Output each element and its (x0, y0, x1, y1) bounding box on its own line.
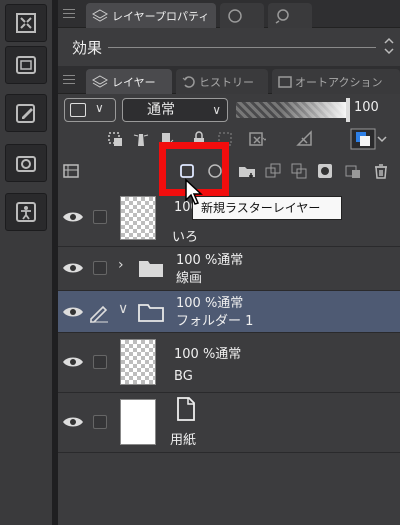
layer-thumbnail (120, 339, 156, 385)
folder-open-icon (138, 304, 164, 322)
layer-thumbnail (120, 399, 156, 445)
tab-auto-action-label: オートアクション (295, 75, 383, 89)
grip-icon[interactable] (63, 75, 75, 85)
chevron-down-icon[interactable]: ∨ (118, 301, 128, 317)
layer-property-icon (92, 8, 108, 22)
layer-name: BG (174, 369, 193, 384)
layer-opacity-mode: 100 %通常 (174, 347, 242, 362)
layer-row[interactable]: 用紙 (58, 393, 400, 453)
chevron-down-icon: ∨ (95, 101, 104, 115)
lock-checkbox[interactable] (93, 261, 107, 275)
lock-checkbox[interactable] (93, 415, 107, 429)
eye-icon[interactable] (62, 260, 84, 276)
navigator-edit-icon[interactable] (5, 94, 47, 132)
person-icon[interactable] (5, 193, 47, 231)
copy-layer-icon[interactable] (262, 160, 284, 182)
lighthouse-icon[interactable] (130, 128, 152, 150)
layer-row-selected[interactable]: ∨ 100 %通常 フォルダー 1 (58, 291, 400, 333)
tab-layer-label: レイヤー (112, 75, 156, 89)
eye-icon[interactable] (62, 304, 84, 320)
layer-panel-icon[interactable] (5, 46, 47, 84)
tab-auto-action[interactable]: オートアクション (272, 69, 400, 94)
mask-circle-icon[interactable] (314, 160, 336, 182)
history-icon (182, 75, 195, 88)
new-folder-icon[interactable] (236, 160, 258, 182)
eye-icon[interactable] (62, 209, 84, 225)
tab-second-icon (228, 8, 242, 23)
fit-screen-icon[interactable] (5, 4, 47, 42)
layer-settings-icon[interactable] (60, 160, 82, 182)
layer-name: いろ (172, 230, 199, 245)
property-tab-row: レイヤープロパティ (58, 0, 400, 28)
layer-panel: レイヤープロパティ 効果 レイヤー ヒストリー オートアクション ∨ 通常 ∨ … (58, 0, 400, 525)
layer-color-dropdown[interactable]: ∨ (64, 98, 116, 122)
chevron-down-icon: ∨ (212, 103, 221, 117)
blend-row: ∨ 通常 ∨ 100 (58, 94, 400, 124)
merge-layer-icon[interactable] (288, 160, 310, 182)
chevron-right-icon[interactable]: › (118, 257, 124, 273)
grip-icon[interactable] (63, 9, 75, 19)
opacity-value[interactable]: 100 (354, 100, 394, 120)
opacity-slider[interactable] (236, 102, 348, 118)
tooltip: 新規ラスターレイヤー (192, 196, 342, 220)
tab-third[interactable] (268, 3, 312, 28)
layer-row[interactable]: › 100 %通常 線画 (58, 247, 400, 291)
effect-label: 効果 (72, 39, 103, 57)
camera-icon[interactable] (5, 144, 47, 182)
trash-icon[interactable] (370, 160, 392, 182)
blend-mode-value: 通常 (147, 102, 175, 118)
tab-layer-property[interactable]: レイヤープロパティ (86, 3, 216, 28)
mouse-cursor-icon (185, 178, 203, 205)
layer-opacity-mode: 100 %通常 (176, 253, 244, 268)
layer-color-swatch (70, 103, 86, 117)
select-layer-icon[interactable] (104, 128, 126, 150)
tab-history[interactable]: ヒストリー (176, 69, 268, 94)
auto-action-icon (278, 75, 292, 88)
layer-toolbar-row-2 (58, 160, 400, 186)
effect-divider (108, 47, 376, 48)
tab-layer[interactable]: レイヤー (86, 69, 172, 94)
layer-name: 線画 (176, 271, 203, 286)
paper-icon (177, 397, 195, 421)
layer-tab-icon (92, 74, 108, 88)
mask-icon[interactable] (246, 128, 268, 150)
tab-layer-property-label: レイヤープロパティ (112, 9, 210, 23)
layer-name: フォルダー 1 (176, 314, 254, 329)
opacity-slider-handle[interactable] (346, 98, 350, 122)
scroll-arrows-icon[interactable] (384, 36, 394, 56)
tab-history-label: ヒストリー (199, 75, 254, 89)
pen-icon[interactable] (88, 301, 110, 323)
ruler-icon[interactable] (294, 128, 316, 150)
left-tool-strip (0, 0, 52, 525)
layer-opacity-mode: 100 %通常 (176, 296, 244, 311)
lock-checkbox[interactable] (93, 210, 107, 224)
lock-checkbox[interactable] (93, 355, 107, 369)
eye-icon[interactable] (62, 414, 84, 430)
blend-mode-select[interactable]: 通常 ∨ (122, 98, 228, 122)
tab-third-icon (275, 8, 289, 24)
color-icon[interactable] (346, 128, 394, 150)
layer-thumbnail (120, 196, 156, 240)
tab-second[interactable] (220, 3, 264, 28)
layer-toolbar-row-1 (58, 128, 400, 154)
eye-icon[interactable] (62, 354, 84, 370)
effect-section: 効果 (58, 30, 400, 64)
apply-mask-icon[interactable] (342, 160, 364, 182)
layer-name: 用紙 (170, 433, 197, 448)
folder-icon (139, 261, 163, 277)
layer-row[interactable]: 100 %通常 BG (58, 333, 400, 393)
layer-tab-row: レイヤー ヒストリー オートアクション (58, 66, 400, 94)
